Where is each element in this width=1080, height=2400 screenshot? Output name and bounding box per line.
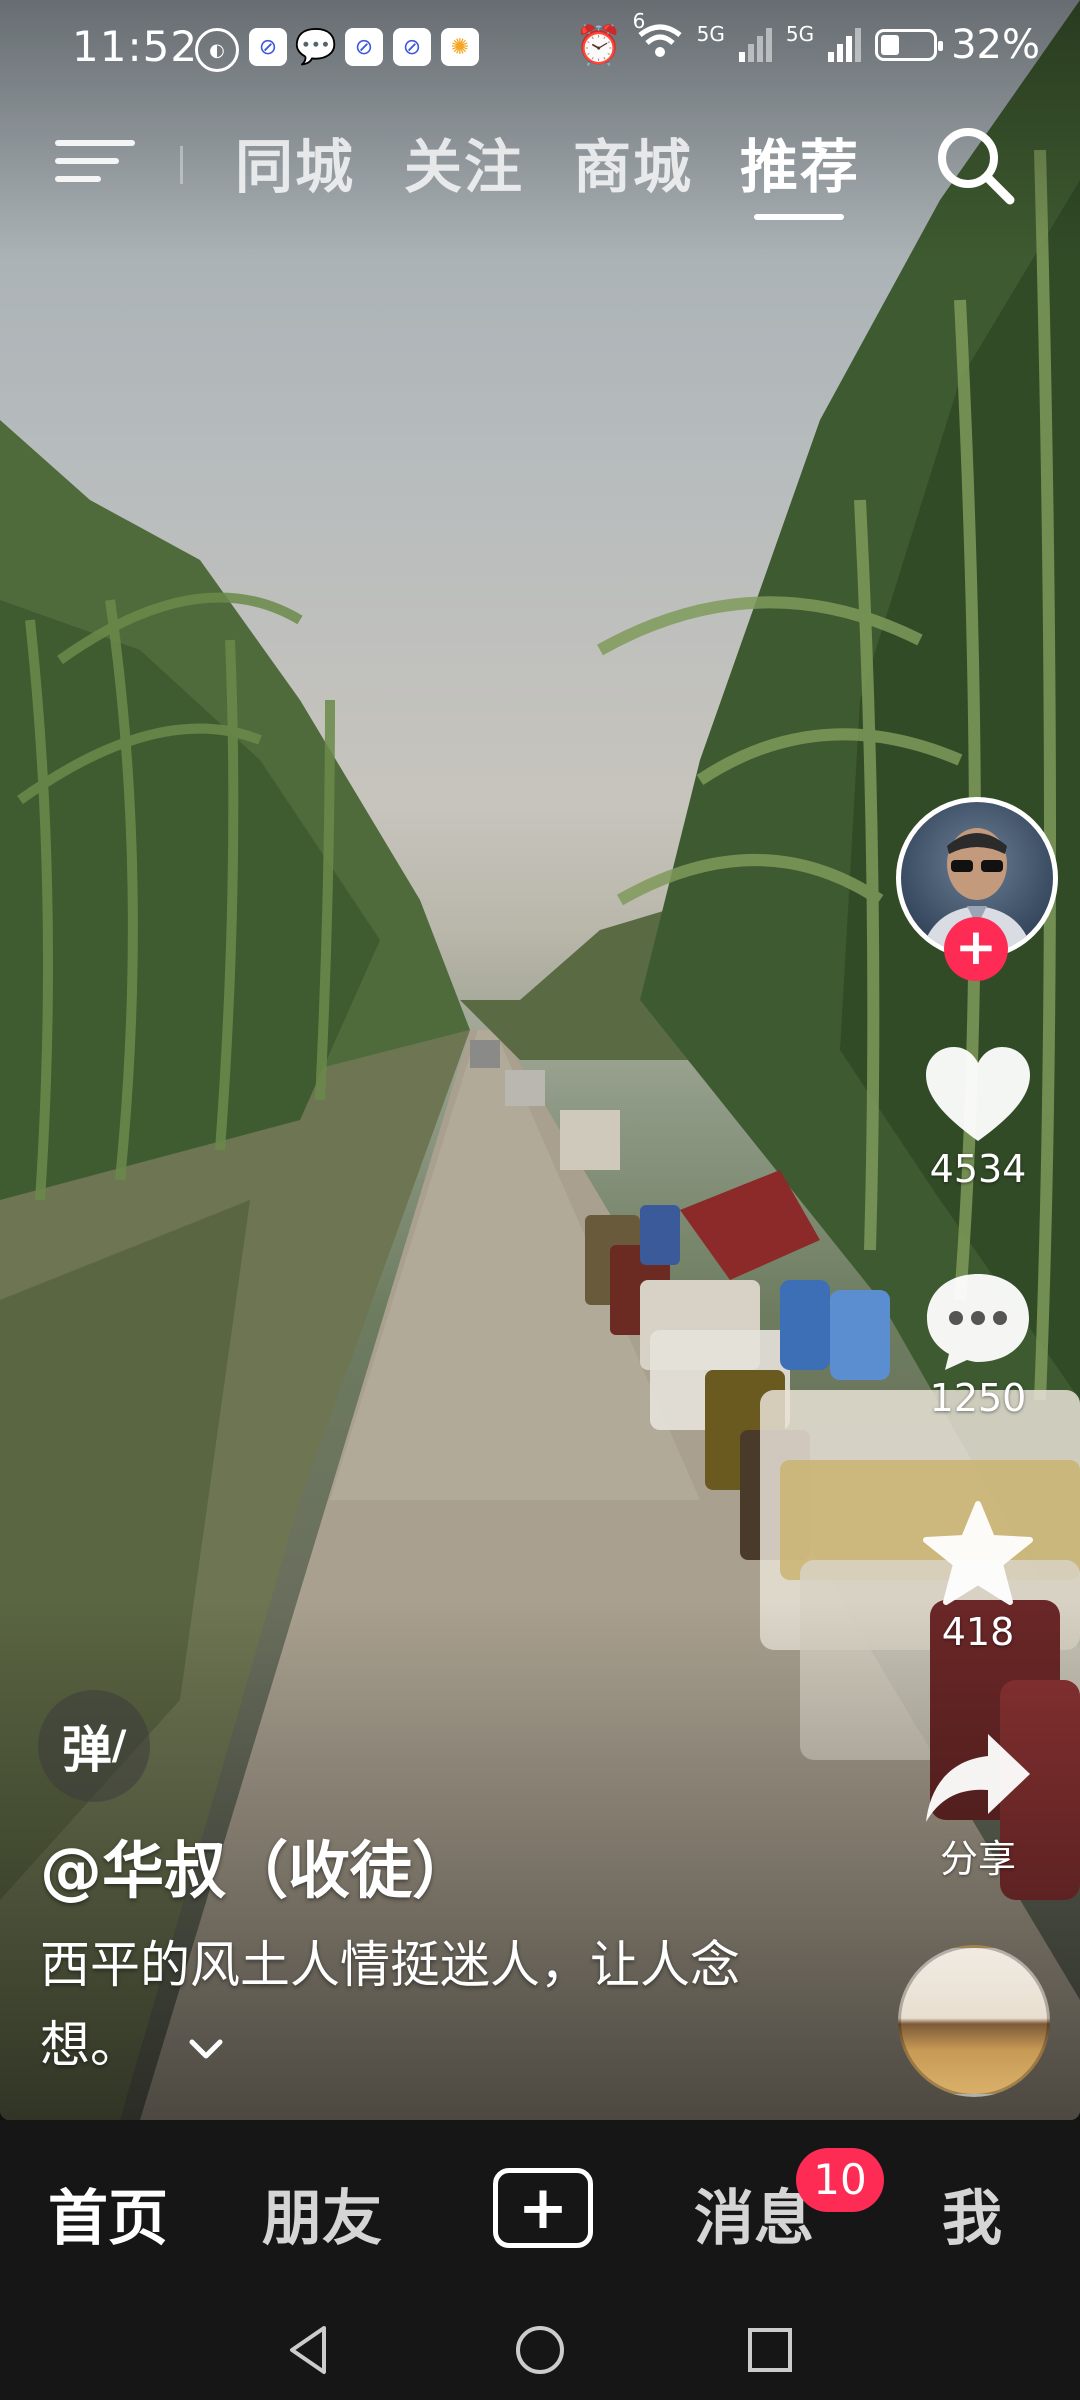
nav-divider bbox=[180, 146, 183, 184]
slash-icon: / bbox=[111, 1723, 127, 1769]
description-text: 西平的风土人情挺迷人，让人念想。 bbox=[40, 1936, 740, 2074]
search-icon[interactable] bbox=[930, 120, 1020, 210]
tab-following[interactable]: 关注 bbox=[404, 120, 524, 204]
nav-me[interactable]: 我 bbox=[942, 2170, 1002, 2257]
nav-home[interactable]: 首页 bbox=[48, 2170, 168, 2257]
create-button[interactable]: + bbox=[493, 2168, 593, 2248]
app-notification-icon: ◐ bbox=[195, 28, 239, 72]
author-avatar[interactable]: + bbox=[896, 797, 1058, 981]
status-time: 11:52 bbox=[72, 22, 199, 71]
signal-label-1: 5G bbox=[696, 22, 725, 46]
back-icon[interactable] bbox=[280, 2320, 340, 2380]
author-name[interactable]: @华叔（收徒） bbox=[40, 1820, 474, 1910]
signal-label-2: 5G bbox=[785, 22, 815, 46]
wifi-icon: 6 bbox=[633, 9, 683, 68]
tab-mall[interactable]: 商城 bbox=[573, 120, 693, 204]
video-description[interactable]: 西平的风土人情挺迷人，让人念想。 bbox=[40, 1925, 760, 2085]
notification-icons: ◐ ⊘ 💬 ⊘ ⊘ ✺ bbox=[195, 27, 479, 72]
favorite-count: 418 bbox=[941, 1610, 1015, 1654]
like-count: 4534 bbox=[929, 1147, 1027, 1191]
share-icon bbox=[926, 1734, 1030, 1822]
signal-strength-2-icon bbox=[828, 28, 862, 62]
home-icon[interactable] bbox=[510, 2320, 570, 2380]
browser-notification-icon-3: ⊘ bbox=[393, 28, 431, 66]
recents-icon[interactable] bbox=[740, 2320, 800, 2380]
comment-icon bbox=[927, 1274, 1029, 1370]
bottom-nav: 首页 朋友 + 消息 10 我 bbox=[0, 2120, 1080, 2300]
messages-badge: 10 bbox=[796, 2148, 884, 2212]
heart-icon bbox=[926, 1047, 1030, 1141]
danmu-label: 弹 bbox=[61, 1721, 112, 1779]
active-tab-indicator bbox=[754, 214, 844, 220]
share-label: 分享 bbox=[939, 1837, 1016, 1881]
chevron-down-icon[interactable] bbox=[186, 2034, 226, 2064]
alarm-icon: ⏰ bbox=[575, 22, 623, 67]
pinwheel-app-icon: ✺ bbox=[441, 28, 479, 66]
comment-count: 1250 bbox=[929, 1376, 1027, 1420]
status-bar: 11:52 ◐ ⊘ 💬 ⊘ ⊘ ✺ ⏰ 6 5G 5G 32% bbox=[0, 0, 1080, 100]
signal-strength-1-icon bbox=[738, 28, 772, 62]
danmu-toggle-button[interactable]: 弹 / bbox=[38, 1690, 150, 1802]
battery-percent: 32% bbox=[951, 22, 1040, 68]
like-button[interactable]: 4534 bbox=[898, 1045, 1058, 1191]
favorite-button[interactable]: 418 bbox=[898, 1500, 1058, 1654]
top-nav: 同城 关注 商城 推荐 bbox=[0, 110, 1080, 220]
browser-notification-icon: ⊘ bbox=[249, 28, 287, 66]
music-disc[interactable] bbox=[898, 1945, 1050, 2097]
browser-notification-icon-2: ⊘ bbox=[345, 28, 383, 66]
comment-button[interactable]: 1250 bbox=[898, 1270, 1058, 1420]
menu-icon[interactable] bbox=[55, 126, 135, 192]
system-status: ⏰ 6 5G 5G 32% bbox=[575, 9, 1040, 69]
star-icon bbox=[923, 1501, 1033, 1605]
battery-icon bbox=[875, 29, 944, 61]
tab-recommend[interactable]: 推荐 bbox=[740, 120, 860, 204]
follow-button[interactable]: + bbox=[944, 917, 1008, 981]
chat-bubble-icon: 💬 bbox=[294, 27, 338, 67]
nav-friends[interactable]: 朋友 bbox=[262, 2170, 382, 2257]
system-navigation-bar bbox=[0, 2300, 1080, 2400]
share-button[interactable]: 分享 bbox=[898, 1730, 1058, 1883]
tab-nearby[interactable]: 同城 bbox=[235, 120, 355, 204]
wifi-version: 6 bbox=[632, 8, 646, 33]
plus-icon: + bbox=[517, 2173, 569, 2243]
